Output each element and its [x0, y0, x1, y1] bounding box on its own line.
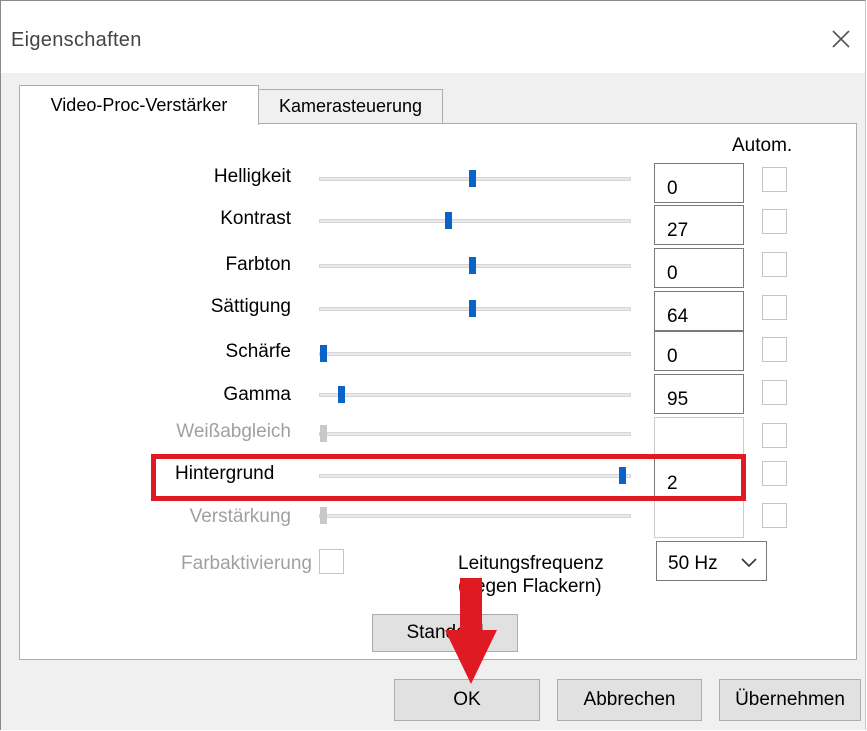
slider-thumb-white-balance — [320, 425, 327, 442]
value-hue[interactable]: 0 — [654, 248, 744, 288]
line-frequency-value: 50 Hz — [668, 553, 718, 574]
slider-thumb-saturation[interactable] — [469, 300, 477, 317]
auto-checkbox-saturation[interactable] — [762, 295, 787, 320]
apply-button-label: Übernehmen — [735, 689, 845, 710]
ok-button-label: OK — [453, 689, 481, 710]
auto-checkbox-sharpness[interactable] — [762, 337, 787, 362]
slider-thumb-gain — [320, 507, 327, 524]
line-frequency-select[interactable]: 50 Hz — [656, 541, 767, 581]
slider-contrast[interactable] — [319, 219, 631, 223]
tab-label: Video-Proc-Verstärker — [50, 95, 228, 115]
label-hue: Farbton — [225, 254, 291, 275]
label-brightness: Helligkeit — [213, 166, 291, 187]
auto-checkbox-backlight[interactable] — [762, 461, 787, 486]
slider-thumb-gamma[interactable] — [338, 386, 346, 403]
label-color-enable: Farbaktivierung — [181, 553, 312, 574]
label-gain: Verstärkung — [189, 506, 291, 527]
auto-checkbox-hue[interactable] — [762, 252, 787, 277]
slider-thumb-sharpness[interactable] — [320, 345, 327, 362]
value-saturation[interactable]: 64 — [654, 291, 744, 331]
title-bar: Eigenschaften — [1, 1, 865, 73]
tab-video-proc-amp[interactable]: Video-Proc-Verstärker — [19, 85, 259, 125]
value-brightness[interactable]: 0 — [654, 163, 744, 203]
arrow-down-icon — [445, 578, 497, 684]
value-white-balance — [654, 417, 744, 457]
properties-dialog: Eigenschaften Video-Proc-Verstärker Kame… — [0, 0, 866, 730]
auto-checkbox-white-balance[interactable] — [762, 423, 787, 448]
window-title: Eigenschaften — [11, 29, 142, 51]
slider-thumb-brightness[interactable] — [469, 170, 477, 187]
slider-thumb-contrast[interactable] — [445, 212, 453, 229]
close-icon[interactable] — [827, 25, 855, 53]
slider-thumb-hue[interactable] — [469, 257, 477, 274]
color-enable-checkbox[interactable] — [319, 549, 344, 574]
auto-checkbox-brightness[interactable] — [762, 167, 787, 192]
tab-label: Kamerasteuerung — [278, 96, 423, 116]
slider-gain — [319, 514, 631, 518]
label-gamma: Gamma — [223, 384, 291, 405]
auto-checkbox-gain[interactable] — [762, 503, 787, 528]
slider-gamma[interactable] — [319, 393, 631, 397]
value-gamma[interactable]: 95 — [654, 374, 744, 414]
auto-column-header: Autom. — [732, 135, 793, 156]
label-contrast: Kontrast — [220, 208, 291, 229]
value-gain — [654, 498, 744, 538]
tab-camera-control[interactable]: Kamerasteuerung — [259, 89, 443, 123]
auto-checkbox-contrast[interactable] — [762, 209, 787, 234]
label-white-balance: Weißabgleich — [176, 421, 291, 442]
cancel-button[interactable]: Abbrechen — [557, 679, 702, 721]
value-sharpness[interactable]: 0 — [654, 331, 744, 371]
chevron-down-icon — [741, 558, 757, 568]
slider-white-balance — [319, 432, 631, 436]
label-saturation: Sättigung — [210, 296, 291, 317]
slider-sharpness[interactable] — [319, 352, 631, 356]
auto-checkbox-gamma[interactable] — [762, 380, 787, 405]
value-contrast[interactable]: 27 — [654, 205, 744, 245]
annotation-highlight-box — [151, 454, 746, 501]
cancel-button-label: Abbrechen — [583, 689, 676, 710]
line-frequency-label-1: Leitungsfrequenz — [458, 553, 604, 574]
apply-button[interactable]: Übernehmen — [719, 679, 861, 721]
label-sharpness: Schärfe — [225, 341, 291, 362]
